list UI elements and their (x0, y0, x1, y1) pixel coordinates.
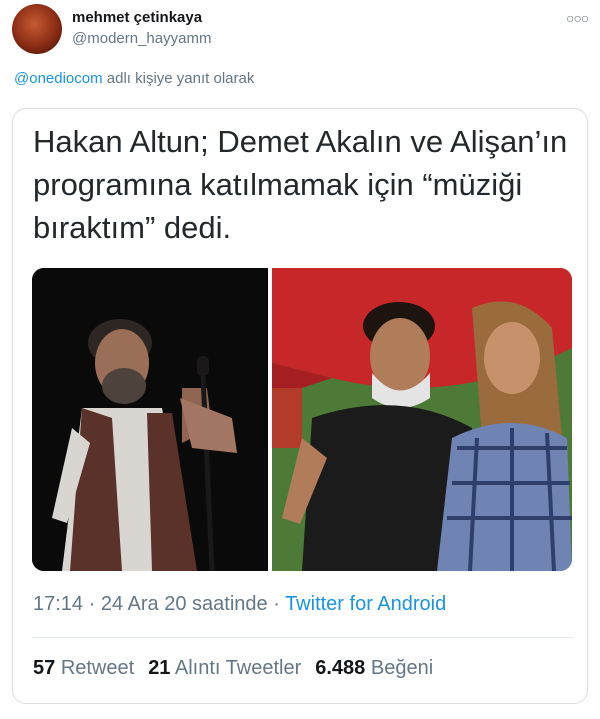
divider (33, 637, 573, 638)
avatar[interactable] (12, 4, 62, 54)
likes-count: 6.488 (315, 657, 366, 679)
retweets-stat[interactable]: 57 Retweet (33, 657, 134, 679)
mention-link[interactable]: @onediocom (14, 70, 103, 87)
quotes-stat[interactable]: 21 Alıntı Tweetler (148, 657, 301, 679)
meta-separator-2: · (267, 593, 286, 615)
quotes-count: 21 (148, 657, 171, 679)
retweets-count: 57 (33, 657, 56, 679)
quotes-label: Alıntı Tweetler (174, 657, 302, 679)
source-app-link[interactable]: Twitter for Android (285, 593, 446, 615)
user-display-name[interactable]: mehmet çetinkaya (72, 9, 202, 26)
likes-stat[interactable]: 6.488 Beğeni (315, 657, 433, 679)
likes-label: Beğeni (370, 657, 434, 679)
tweet-stats: 57 Retweet 21 Alıntı Tweetler 6.488 Beğeni (33, 657, 433, 680)
tweet-text: Hakan Altun; Demet Akalın ve Alişan’ın p… (33, 124, 568, 245)
tweet-time[interactable]: 17:14 (33, 593, 83, 615)
tweet-meta: 17:14 · 24 Ara 20 saatinde · Twitter for… (33, 593, 446, 616)
photo-singer[interactable] (32, 268, 268, 571)
meta-separator: · (83, 593, 101, 615)
tweet-date[interactable]: 24 Ara 20 saatinde (101, 593, 268, 615)
retweets-label: Retweet (60, 657, 135, 679)
photo-couple[interactable] (272, 268, 572, 571)
reply-context-text: adlı kişiye yanıt olarak (102, 70, 255, 87)
more-options-icon[interactable]: ○○○ (566, 10, 589, 26)
reply-context: @onediocom adlı kişiye yanıt olarak (14, 70, 254, 87)
user-handle[interactable]: @modern_hayyamm (72, 30, 211, 47)
tweet-media[interactable] (32, 268, 572, 571)
